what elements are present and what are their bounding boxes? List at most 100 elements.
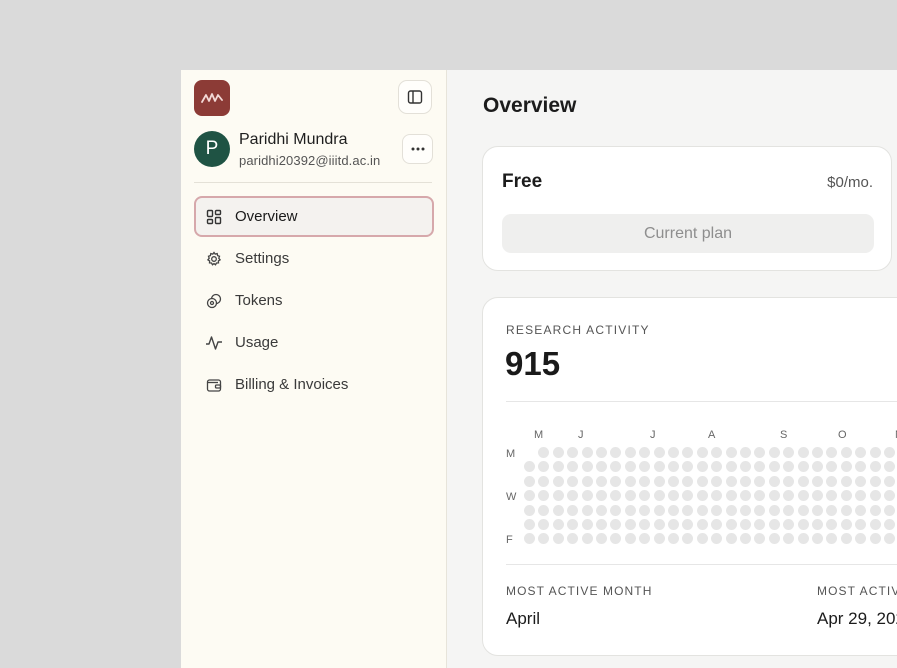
heatmap-cell bbox=[797, 533, 809, 545]
heatmap-cell bbox=[711, 490, 723, 502]
heatmap-cell bbox=[682, 519, 694, 530]
heatmap-cell bbox=[826, 490, 838, 502]
sidebar-item-billing[interactable]: Billing & Invoices bbox=[194, 364, 434, 405]
heatmap-cell bbox=[552, 490, 564, 502]
heatmap-cell bbox=[826, 519, 838, 530]
heatmap-cell bbox=[538, 504, 550, 516]
most-active-day-label: MOST ACTIVE DAY bbox=[817, 584, 897, 598]
heatmap-cell bbox=[768, 475, 780, 487]
most-active-month-label: MOST ACTIVE MONTH bbox=[506, 584, 653, 598]
heatmap-cell bbox=[797, 475, 809, 487]
sidebar-item-settings[interactable]: Settings bbox=[194, 238, 434, 279]
app-window: P Paridhi Mundra paridhi20392@iiitd.ac.i… bbox=[181, 70, 897, 668]
activity-label: RESEARCH ACTIVITY bbox=[506, 323, 650, 337]
day-label: F bbox=[506, 534, 513, 546]
heatmap-cell bbox=[581, 475, 593, 487]
heatmap-cell bbox=[840, 461, 852, 473]
month-label: A bbox=[708, 429, 716, 441]
sidebar-item-label: Overview bbox=[235, 208, 298, 225]
heatmap-cell bbox=[768, 533, 780, 545]
heatmap-cell bbox=[740, 490, 751, 502]
heatmap-cell bbox=[524, 475, 535, 487]
heatmap-cell bbox=[783, 475, 795, 487]
heatmap-cell bbox=[668, 461, 679, 473]
heatmap-cell bbox=[797, 461, 809, 473]
heatmap-cell bbox=[610, 490, 622, 502]
heatmap-cell bbox=[783, 461, 795, 473]
heatmap-cell bbox=[696, 490, 708, 502]
heatmap-cell bbox=[624, 490, 636, 502]
activity-icon bbox=[205, 334, 223, 352]
heatmap-cell bbox=[581, 447, 593, 458]
heatmap-cell bbox=[884, 490, 895, 502]
heatmap-cell bbox=[696, 461, 708, 473]
heatmap-cell bbox=[639, 519, 651, 530]
month-label: J bbox=[650, 429, 656, 441]
heatmap-cell bbox=[552, 461, 564, 473]
day-label: M bbox=[506, 448, 516, 460]
current-plan-button[interactable]: Current plan bbox=[502, 214, 874, 253]
heatmap-cell bbox=[711, 533, 723, 545]
heatmap-cell bbox=[538, 475, 550, 487]
heatmap-cell bbox=[740, 519, 751, 530]
heatmap-cell bbox=[740, 475, 751, 487]
heatmap-cell bbox=[596, 475, 607, 487]
heatmap-cell bbox=[783, 490, 795, 502]
heatmap-cell bbox=[653, 533, 665, 545]
sidebar-item-usage[interactable]: Usage bbox=[194, 322, 434, 363]
app-logo[interactable] bbox=[194, 80, 230, 116]
heatmap-cell bbox=[826, 533, 838, 545]
sidebar-item-overview[interactable]: Overview bbox=[194, 196, 434, 237]
heatmap-cell bbox=[538, 519, 550, 530]
heatmap-cell bbox=[855, 533, 867, 545]
avatar[interactable]: P bbox=[194, 131, 230, 167]
heatmap-cell bbox=[567, 490, 579, 502]
heatmap-cell bbox=[610, 504, 622, 516]
heatmap-cell bbox=[639, 490, 651, 502]
gear-icon bbox=[205, 250, 223, 268]
heatmap-cell bbox=[855, 519, 867, 530]
heatmap-cell bbox=[624, 533, 636, 545]
heatmap-cell bbox=[840, 519, 852, 530]
heatmap-cell bbox=[826, 447, 838, 458]
user-email: paridhi20392@iiitd.ac.in bbox=[239, 153, 381, 168]
heatmap-cell bbox=[812, 461, 823, 473]
heatmap-cell bbox=[682, 461, 694, 473]
heatmap-cell bbox=[826, 461, 838, 473]
heatmap-cell bbox=[869, 447, 881, 458]
heatmap-cell bbox=[552, 447, 564, 458]
heatmap-cell bbox=[596, 461, 607, 473]
heatmap-cell bbox=[855, 447, 867, 458]
heatmap-cell bbox=[869, 519, 881, 530]
heatmap-cell bbox=[538, 533, 550, 545]
heatmap-cell bbox=[581, 533, 593, 545]
heatmap-cell bbox=[725, 519, 737, 530]
sidebar-toggle-button[interactable] bbox=[398, 80, 432, 114]
heatmap-cell bbox=[812, 447, 823, 458]
heatmap-cell bbox=[711, 504, 723, 516]
heatmap-cell bbox=[682, 490, 694, 502]
activity-divider bbox=[506, 401, 897, 402]
user-menu-button[interactable] bbox=[402, 134, 433, 164]
heatmap-cell bbox=[610, 461, 622, 473]
heatmap-cell bbox=[840, 447, 852, 458]
heatmap-cell bbox=[855, 504, 867, 516]
heatmap-cell bbox=[812, 475, 823, 487]
heatmap-cell bbox=[552, 519, 564, 530]
sidebar-item-tokens[interactable]: Tokens bbox=[194, 280, 434, 321]
sidebar-item-label: Settings bbox=[235, 250, 290, 267]
user-name: Paridhi Mundra bbox=[239, 131, 348, 148]
day-label: W bbox=[506, 491, 517, 503]
sidebar-item-label: Usage bbox=[235, 334, 279, 351]
heatmap-cell bbox=[567, 475, 579, 487]
heatmap-cell bbox=[826, 475, 838, 487]
sidebar-item-label: Tokens bbox=[235, 292, 283, 309]
month-label: O bbox=[838, 429, 847, 441]
heatmap-cell bbox=[610, 519, 622, 530]
heatmap-cell bbox=[884, 504, 895, 516]
heatmap-cell bbox=[840, 490, 852, 502]
heatmap-cell bbox=[826, 504, 838, 516]
heatmap-cell bbox=[610, 447, 622, 458]
heatmap-cell bbox=[538, 490, 550, 502]
plan-name: Free bbox=[502, 171, 543, 192]
